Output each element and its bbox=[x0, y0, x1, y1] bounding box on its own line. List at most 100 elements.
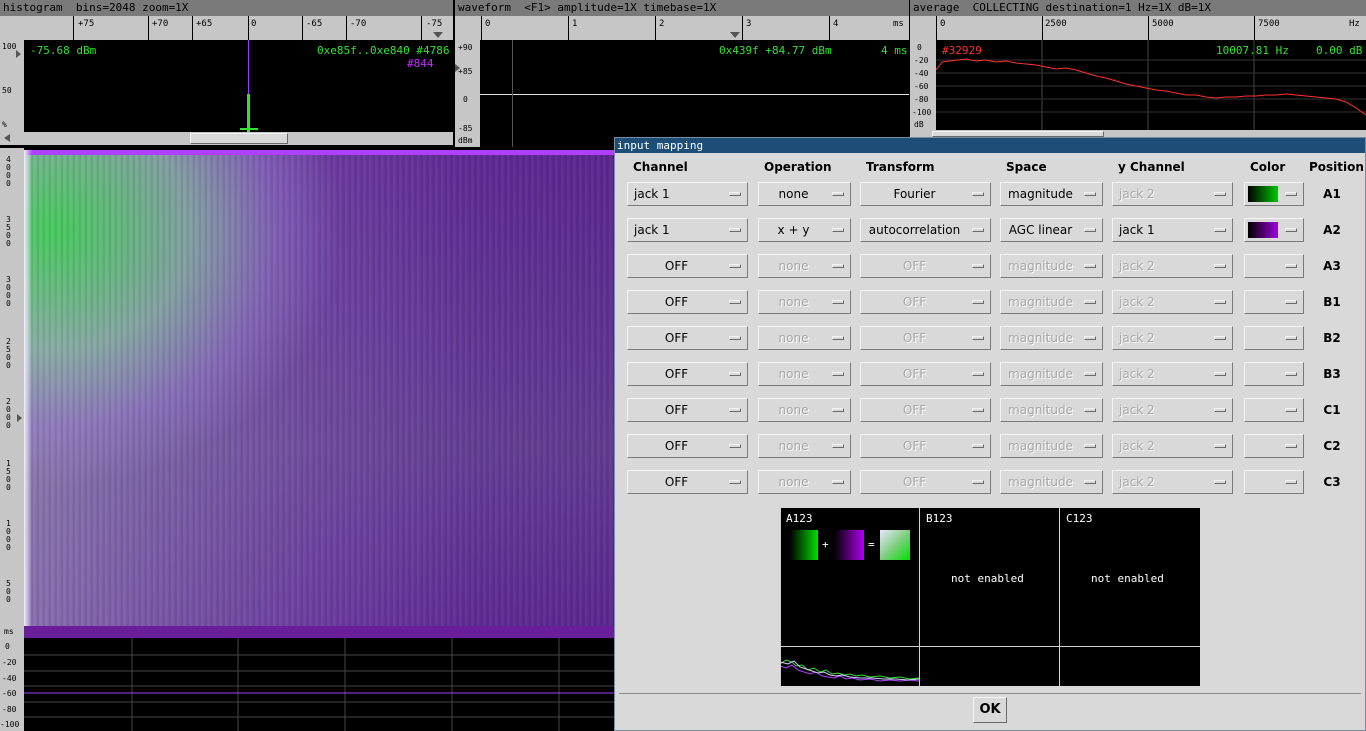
dropdown-arrow-icon bbox=[1084, 228, 1096, 232]
dropdown-arrow-icon bbox=[729, 408, 741, 412]
chevron-right-icon[interactable] bbox=[16, 50, 21, 58]
color-select[interactable] bbox=[1244, 362, 1304, 386]
histogram-ruler[interactable]: +75 +70 +65 0 -65 -70 -75 bbox=[0, 16, 453, 40]
chevron-right-icon[interactable] bbox=[17, 414, 22, 422]
transform-select[interactable]: OFF bbox=[860, 290, 991, 314]
y-channel-select[interactable]: jack 2 bbox=[1112, 434, 1233, 458]
ok-button[interactable]: OK bbox=[973, 697, 1007, 723]
channel-select[interactable]: OFF bbox=[627, 362, 748, 386]
color-select[interactable] bbox=[1244, 434, 1304, 458]
operation-select[interactable]: none bbox=[758, 326, 851, 350]
chevron-down-icon[interactable] bbox=[433, 32, 443, 38]
operation-select[interactable]: none bbox=[758, 362, 851, 386]
dropdown-arrow-icon bbox=[1285, 480, 1297, 484]
average-y-tick: -80 bbox=[914, 95, 929, 104]
chevron-left-icon[interactable] bbox=[4, 134, 10, 142]
chevron-right-icon[interactable] bbox=[455, 64, 460, 72]
space-select-value: magnitude bbox=[1008, 331, 1073, 345]
spectrogram-y-tick: 1 0 0 0 bbox=[6, 519, 11, 552]
operation-select[interactable]: none bbox=[758, 254, 851, 278]
transform-select[interactable]: OFF bbox=[860, 434, 991, 458]
dropdown-arrow-icon bbox=[972, 480, 984, 484]
space-select[interactable]: magnitude bbox=[1000, 398, 1103, 422]
color-select[interactable] bbox=[1244, 470, 1304, 494]
channel-select-value: OFF bbox=[664, 259, 689, 273]
histogram-readout-left: -75.68 dBm bbox=[30, 44, 97, 57]
space-select[interactable]: magnitude bbox=[1000, 182, 1103, 206]
y-channel-select-value: jack 2 bbox=[1119, 475, 1155, 489]
operation-select[interactable]: none bbox=[758, 434, 851, 458]
transform-select[interactable]: OFF bbox=[860, 470, 991, 494]
channel-select[interactable]: OFF bbox=[627, 254, 748, 278]
operation-select[interactable]: none bbox=[758, 290, 851, 314]
space-select[interactable]: magnitude bbox=[1000, 326, 1103, 350]
histogram-ruler-label: +65 bbox=[196, 19, 213, 29]
y-channel-select[interactable]: jack 2 bbox=[1112, 182, 1233, 206]
chevron-down-icon[interactable] bbox=[730, 32, 740, 38]
y-channel-select-value: jack 2 bbox=[1119, 259, 1155, 273]
waveform-y-axis: +90 +85 0 -85 dBm bbox=[455, 40, 480, 147]
level-y-tick: -60 bbox=[2, 689, 17, 698]
dropdown-arrow-icon bbox=[1084, 444, 1096, 448]
space-select[interactable]: magnitude bbox=[1000, 470, 1103, 494]
transform-select[interactable]: Fourier bbox=[860, 182, 991, 206]
histogram-scrollbar[interactable] bbox=[0, 132, 453, 145]
header-y-channel: y Channel bbox=[1118, 160, 1185, 174]
y-channel-select-value: jack 2 bbox=[1119, 187, 1155, 201]
histogram-ruler-label: -65 bbox=[306, 19, 323, 29]
space-select-value: magnitude bbox=[1008, 259, 1073, 273]
average-y-tick: 0 bbox=[917, 43, 922, 52]
preview-c-status: not enabled bbox=[1091, 572, 1164, 585]
space-select[interactable]: magnitude bbox=[1000, 290, 1103, 314]
transform-select[interactable]: OFF bbox=[860, 398, 991, 422]
histogram-scroll-thumb[interactable] bbox=[190, 133, 288, 144]
operation-select[interactable]: none bbox=[758, 398, 851, 422]
y-channel-select[interactable]: jack 2 bbox=[1112, 470, 1233, 494]
y-channel-select[interactable]: jack 2 bbox=[1112, 254, 1233, 278]
channel-select-value: jack 1 bbox=[634, 187, 670, 201]
dropdown-arrow-icon bbox=[1084, 408, 1096, 412]
transform-select[interactable]: OFF bbox=[860, 362, 991, 386]
dropdown-arrow-icon bbox=[1285, 228, 1297, 232]
y-channel-select[interactable]: jack 2 bbox=[1112, 362, 1233, 386]
space-select[interactable]: magnitude bbox=[1000, 434, 1103, 458]
channel-select[interactable]: OFF bbox=[627, 434, 748, 458]
channel-select[interactable]: jack 1 bbox=[627, 218, 748, 242]
color-select[interactable] bbox=[1244, 326, 1304, 350]
transform-select[interactable]: OFF bbox=[860, 326, 991, 350]
color-select[interactable] bbox=[1244, 182, 1304, 206]
dropdown-arrow-icon bbox=[832, 192, 844, 196]
color-select[interactable] bbox=[1244, 218, 1304, 242]
average-y-axis: 0 -20 -40 -60 -80 -100 dB bbox=[910, 40, 936, 130]
channel-select[interactable]: OFF bbox=[627, 398, 748, 422]
space-select[interactable]: AGC linear bbox=[1000, 218, 1103, 242]
average-ruler[interactable]: 0 2500 5000 7500 Hz bbox=[910, 16, 1366, 40]
transform-select[interactable]: autocorrelation bbox=[860, 218, 991, 242]
y-channel-select[interactable]: jack 2 bbox=[1112, 326, 1233, 350]
position-label: B3 bbox=[1323, 367, 1341, 381]
channel-select[interactable]: OFF bbox=[627, 326, 748, 350]
operation-select[interactable]: none bbox=[758, 470, 851, 494]
operation-select[interactable]: x + y bbox=[758, 218, 851, 242]
y-channel-select[interactable]: jack 1 bbox=[1112, 218, 1233, 242]
channel-select[interactable]: jack 1 bbox=[627, 182, 748, 206]
transform-select[interactable]: OFF bbox=[860, 254, 991, 278]
y-channel-select[interactable]: jack 2 bbox=[1112, 290, 1233, 314]
dropdown-arrow-icon bbox=[832, 444, 844, 448]
dropdown-arrow-icon bbox=[1214, 264, 1226, 268]
color-select[interactable] bbox=[1244, 398, 1304, 422]
channel-select[interactable]: OFF bbox=[627, 470, 748, 494]
space-select[interactable]: magnitude bbox=[1000, 254, 1103, 278]
waveform-ruler[interactable]: 0 1 2 3 4 ms bbox=[455, 16, 909, 40]
color-select[interactable] bbox=[1244, 254, 1304, 278]
dropdown-arrow-icon bbox=[1214, 336, 1226, 340]
y-channel-select[interactable]: jack 2 bbox=[1112, 398, 1233, 422]
dropdown-arrow-icon bbox=[1214, 444, 1226, 448]
space-select[interactable]: magnitude bbox=[1000, 362, 1103, 386]
operation-select[interactable]: none bbox=[758, 182, 851, 206]
dropdown-arrow-icon bbox=[972, 192, 984, 196]
color-select[interactable] bbox=[1244, 290, 1304, 314]
channel-select[interactable]: OFF bbox=[627, 290, 748, 314]
dropdown-arrow-icon bbox=[729, 372, 741, 376]
dropdown-arrow-icon bbox=[832, 336, 844, 340]
